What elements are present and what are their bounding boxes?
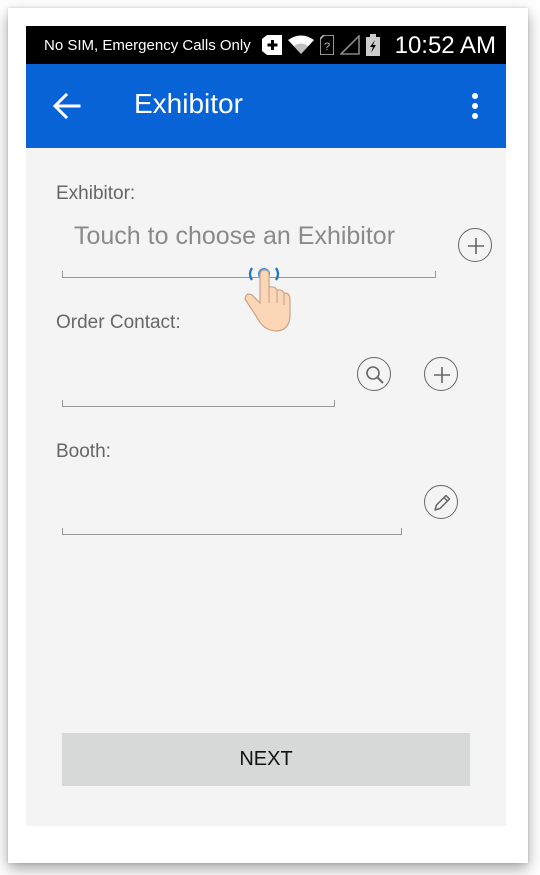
svg-text:?: ? xyxy=(324,41,330,53)
next-button[interactable]: NEXT xyxy=(62,733,470,786)
booth-underline[interactable] xyxy=(62,528,402,535)
signal-icon xyxy=(340,35,360,55)
order-contact-label: Order Contact: xyxy=(56,312,181,333)
status-bar: No SIM, Emergency Calls Only ? 10:52 AM xyxy=(26,26,506,64)
add-contact-button[interactable] xyxy=(424,357,458,391)
plus-box-icon xyxy=(262,35,282,55)
booth-label: Booth: xyxy=(56,441,111,462)
carrier-text: No SIM, Emergency Calls Only xyxy=(44,37,251,54)
clock-time: 10:52 AM xyxy=(394,32,496,59)
edit-booth-button[interactable] xyxy=(424,485,458,519)
search-contact-button[interactable] xyxy=(357,357,391,391)
status-icons: ? xyxy=(258,34,380,56)
overflow-menu-icon[interactable] xyxy=(470,92,480,120)
search-icon xyxy=(366,366,384,384)
battery-icon xyxy=(366,34,380,56)
plus-icon xyxy=(468,238,484,254)
pencil-icon xyxy=(434,494,451,511)
order-contact-underline[interactable] xyxy=(62,400,335,407)
phone-screen: No SIM, Emergency Calls Only ? 10:52 AM … xyxy=(26,26,506,826)
plus-icon xyxy=(434,367,450,383)
touch-hand-icon xyxy=(244,267,291,332)
back-arrow-icon[interactable] xyxy=(52,92,82,120)
page-title: Exhibitor xyxy=(134,88,243,119)
add-exhibitor-button[interactable] xyxy=(458,228,492,262)
exhibitor-label: Exhibitor: xyxy=(56,183,136,204)
exhibitor-picker[interactable]: Touch to choose an Exhibitor xyxy=(74,222,395,251)
wifi-icon xyxy=(288,35,314,54)
app-bar: Exhibitor xyxy=(26,64,506,148)
sim-icon: ? xyxy=(320,35,334,55)
